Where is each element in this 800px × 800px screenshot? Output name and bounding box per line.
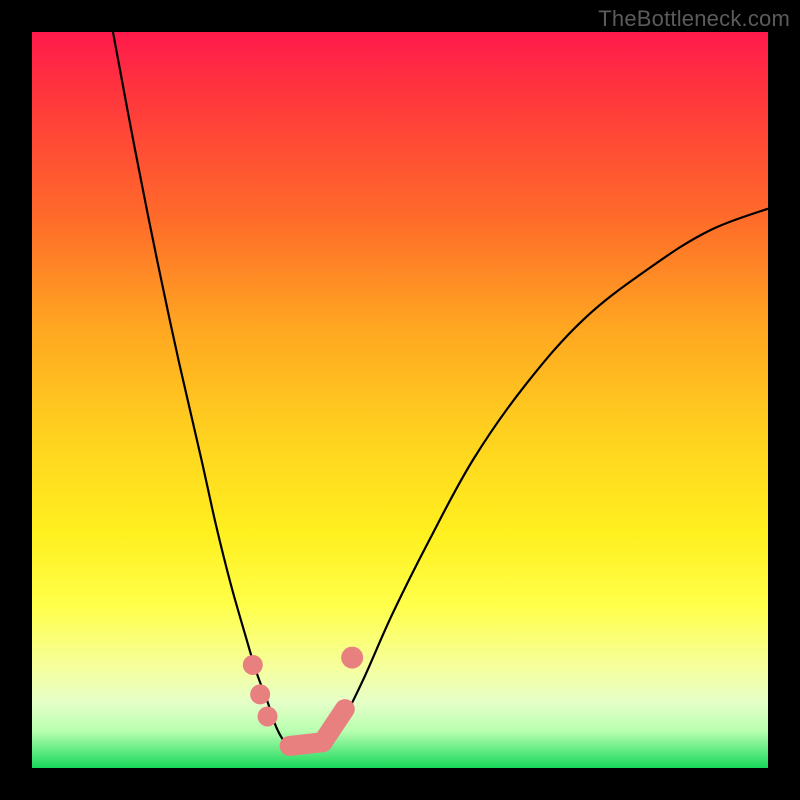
highlight-dot <box>258 706 278 726</box>
curve-layer <box>32 32 768 768</box>
highlight-dots <box>243 647 363 746</box>
chart-frame: TheBottleneck.com <box>0 0 800 800</box>
watermark-text: TheBottleneck.com <box>598 6 790 32</box>
highlight-dot <box>341 647 363 669</box>
left-branch-curve <box>113 32 290 746</box>
highlight-dot <box>243 655 263 675</box>
highlight-seg <box>323 709 345 742</box>
highlight-dot <box>250 684 270 704</box>
right-branch-curve <box>326 209 768 746</box>
